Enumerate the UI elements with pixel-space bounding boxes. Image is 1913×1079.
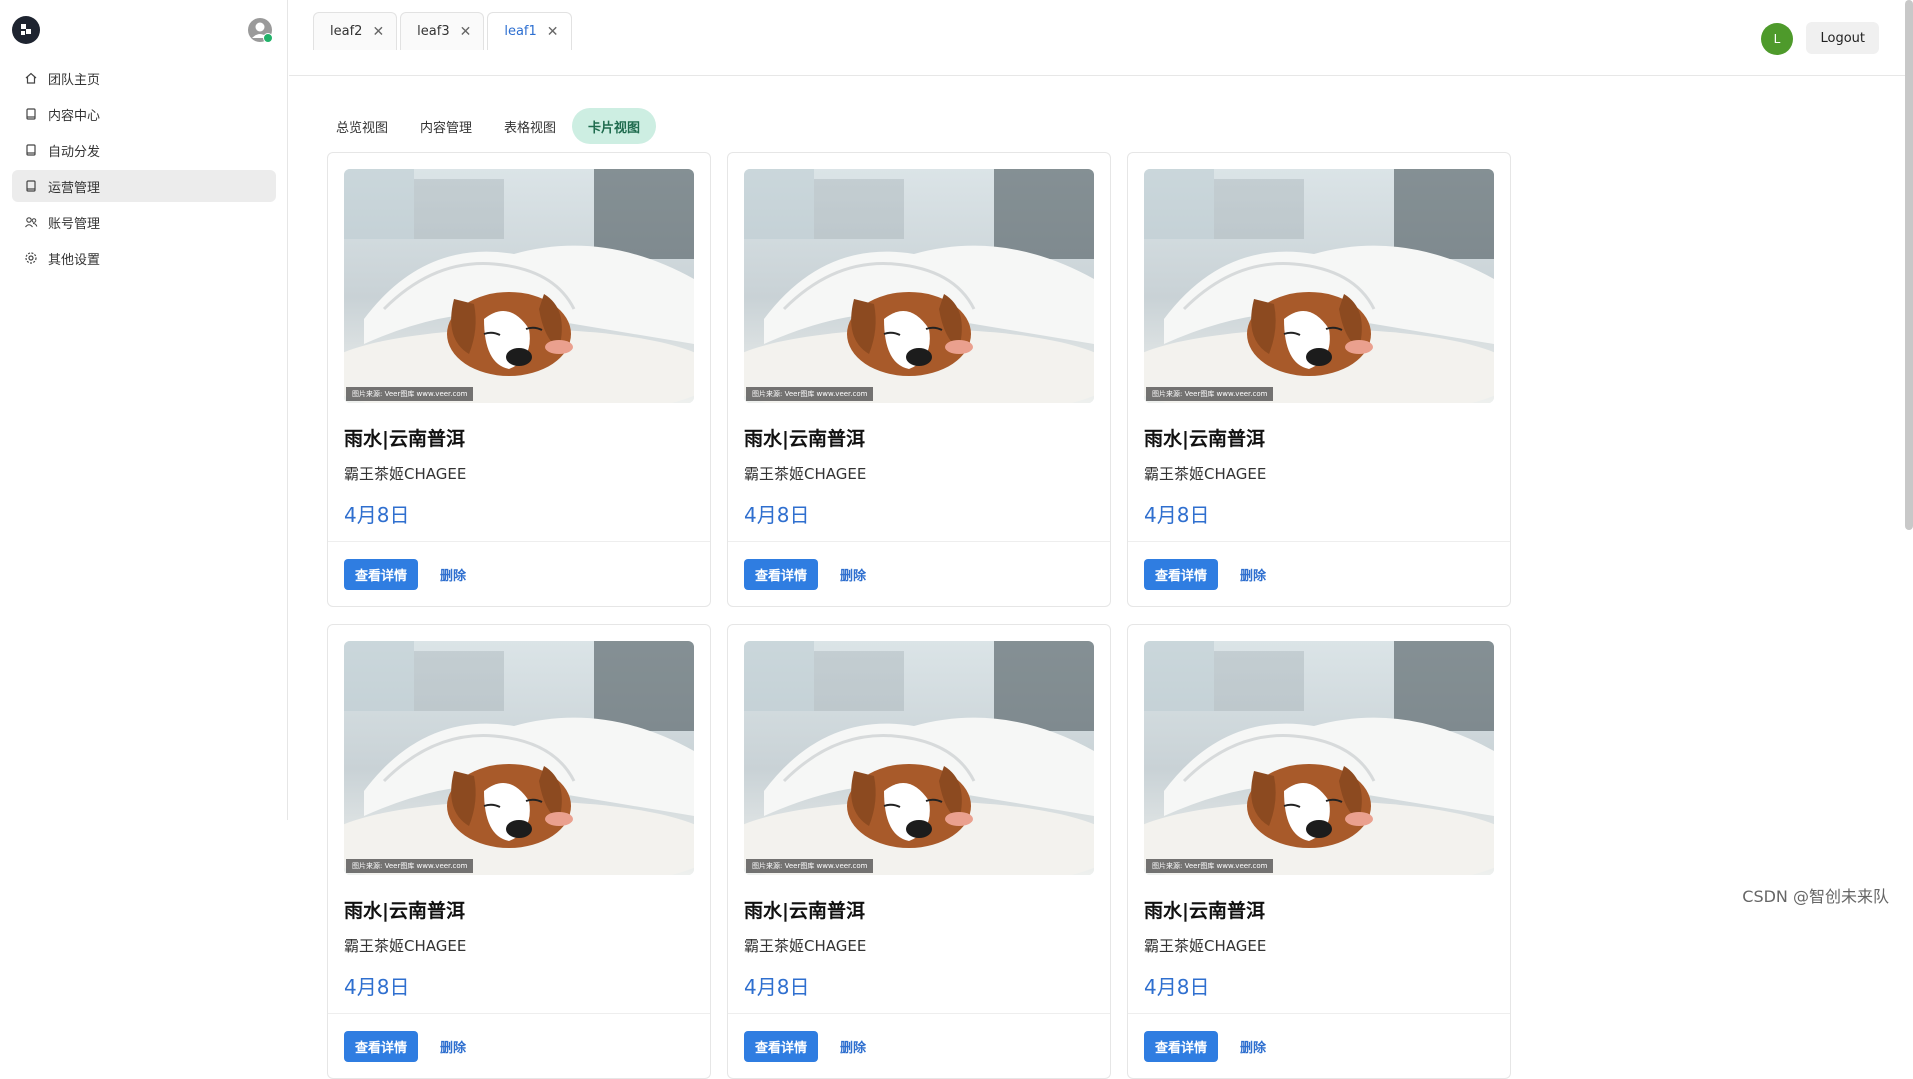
sidebar-item-label: 自动分发 <box>48 144 101 160</box>
card-title: 雨水|云南普洱 <box>1144 428 1265 450</box>
card-subtitle: 霸王茶姬CHAGEE <box>744 465 867 483</box>
card-image[interactable]: 图片来源: Veer图库 www.veer.com <box>744 169 1094 403</box>
card-date: 4月8日 <box>744 975 810 999</box>
close-icon[interactable]: ✕ <box>547 24 559 40</box>
sidebar-menu: 团队主页内容中心自动分发运营管理账号管理其他设置 <box>12 62 276 278</box>
image-credit: 图片来源: Veer图库 www.veer.com <box>746 387 874 401</box>
logo-icon <box>21 24 31 35</box>
sidebar-item-5[interactable]: 其他设置 <box>12 242 276 274</box>
sidebar-item-label: 其他设置 <box>48 252 101 268</box>
view-detail-button[interactable]: 查看详情 <box>344 559 419 590</box>
view-tab-2[interactable]: 表格视图 <box>488 108 572 144</box>
delete-button[interactable]: 删除 <box>840 1037 866 1056</box>
content-card: 图片来源: Veer图库 www.veer.com 雨水|云南普洱霸王茶姬CHAG… <box>1127 624 1511 1079</box>
view-tab-0[interactable]: 总览视图 <box>320 108 404 144</box>
sidebar-item-label: 运营管理 <box>48 180 101 196</box>
open-tab-label: leaf1 <box>504 24 537 39</box>
app-logo[interactable] <box>12 16 40 44</box>
home-icon <box>24 71 38 85</box>
profile-avatar[interactable] <box>246 16 274 44</box>
online-status-dot <box>263 33 273 43</box>
sidebar-item-0[interactable]: 团队主页 <box>12 62 276 94</box>
card-image[interactable]: 图片来源: Veer图库 www.veer.com <box>344 169 694 403</box>
view-detail-button[interactable]: 查看详情 <box>344 1031 419 1062</box>
document-icon <box>24 107 38 121</box>
view-detail-button[interactable]: 查看详情 <box>1144 559 1219 590</box>
card-subtitle: 霸王茶姬CHAGEE <box>1144 937 1267 955</box>
card-image[interactable]: 图片来源: Veer图库 www.veer.com <box>344 641 694 875</box>
card-subtitle: 霸王茶姬CHAGEE <box>1144 465 1267 483</box>
card-image[interactable]: 图片来源: Veer图库 www.veer.com <box>1144 169 1494 403</box>
card-title: 雨水|云南普洱 <box>744 900 865 922</box>
open-tab-2[interactable]: leaf1 ✕ <box>487 12 572 50</box>
document-icon <box>24 179 38 193</box>
delete-button[interactable]: 删除 <box>440 1037 466 1056</box>
users-icon <box>24 215 38 229</box>
content-card: 图片来源: Veer图库 www.veer.com 雨水|云南普洱霸王茶姬CHAG… <box>727 152 1111 607</box>
delete-button[interactable]: 删除 <box>440 565 466 584</box>
card-image[interactable]: 图片来源: Veer图库 www.veer.com <box>1144 641 1494 875</box>
view-detail-button[interactable]: 查看详情 <box>744 1031 819 1062</box>
content-card: 图片来源: Veer图库 www.veer.com 雨水|云南普洱霸王茶姬CHAG… <box>727 624 1111 1079</box>
page-scrollbar[interactable] <box>1905 0 1913 530</box>
close-icon[interactable]: ✕ <box>372 24 384 40</box>
sidebar-item-label: 团队主页 <box>48 72 101 88</box>
sidebar: 团队主页内容中心自动分发运营管理账号管理其他设置 <box>0 0 288 820</box>
view-tabs: 总览视图 内容管理 表格视图 卡片视图 <box>320 108 657 144</box>
top-bar: leaf2 ✕ leaf3 ✕ leaf1 ✕ L Logout <box>289 0 1913 76</box>
card-footer: 查看详情 删除 <box>728 1013 1110 1078</box>
content-card: 图片来源: Veer图库 www.veer.com 雨水|云南普洱霸王茶姬CHAG… <box>327 624 711 1079</box>
card-title: 雨水|云南普洱 <box>344 428 465 450</box>
open-tabs: leaf2 ✕ leaf3 ✕ leaf1 ✕ <box>313 12 575 50</box>
card-footer: 查看详情 删除 <box>1128 541 1510 606</box>
delete-button[interactable]: 删除 <box>840 565 866 584</box>
card-subtitle: 霸王茶姬CHAGEE <box>744 937 867 955</box>
content-card: 图片来源: Veer图库 www.veer.com 雨水|云南普洱霸王茶姬CHAG… <box>327 152 711 607</box>
sidebar-item-label: 内容中心 <box>48 108 101 124</box>
card-subtitle: 霸王茶姬CHAGEE <box>344 937 467 955</box>
card-title: 雨水|云南普洱 <box>344 900 465 922</box>
card-date: 4月8日 <box>344 975 410 999</box>
card-footer: 查看详情 删除 <box>1128 1013 1510 1078</box>
gear-icon <box>24 251 38 265</box>
card-subtitle: 霸王茶姬CHAGEE <box>344 465 467 483</box>
card-footer: 查看详情 删除 <box>728 541 1110 606</box>
image-credit: 图片来源: Veer图库 www.veer.com <box>1146 859 1274 873</box>
card-footer: 查看详情 删除 <box>328 1013 710 1078</box>
view-tab-3[interactable]: 卡片视图 <box>572 108 657 144</box>
card-title: 雨水|云南普洱 <box>1144 900 1265 922</box>
image-credit: 图片来源: Veer图库 www.veer.com <box>1146 387 1274 401</box>
image-credit: 图片来源: Veer图库 www.veer.com <box>746 859 874 873</box>
image-credit: 图片来源: Veer图库 www.veer.com <box>346 859 474 873</box>
sidebar-item-4[interactable]: 账号管理 <box>12 206 276 238</box>
logout-button[interactable]: Logout <box>1806 22 1879 54</box>
card-footer: 查看详情 删除 <box>328 541 710 606</box>
close-icon[interactable]: ✕ <box>460 24 472 40</box>
open-tab-label: leaf3 <box>417 24 450 39</box>
image-credit: 图片来源: Veer图库 www.veer.com <box>346 387 474 401</box>
card-date: 4月8日 <box>1144 503 1210 527</box>
watermark: CSDN @智创未来队 <box>1742 887 1889 906</box>
content-card: 图片来源: Veer图库 www.veer.com 雨水|云南普洱霸王茶姬CHAG… <box>1127 152 1511 607</box>
card-date: 4月8日 <box>344 503 410 527</box>
open-tab-1[interactable]: leaf3 ✕ <box>400 12 485 50</box>
open-tab-label: leaf2 <box>330 24 363 39</box>
card-date: 4月8日 <box>744 503 810 527</box>
card-image[interactable]: 图片来源: Veer图库 www.veer.com <box>744 641 1094 875</box>
view-tab-1[interactable]: 内容管理 <box>404 108 488 144</box>
open-tab-0[interactable]: leaf2 ✕ <box>313 12 398 50</box>
delete-button[interactable]: 删除 <box>1240 565 1266 584</box>
document-icon <box>24 143 38 157</box>
sidebar-item-label: 账号管理 <box>48 216 101 232</box>
delete-button[interactable]: 删除 <box>1240 1037 1266 1056</box>
sidebar-item-3[interactable]: 运营管理 <box>12 170 276 202</box>
card-date: 4月8日 <box>1144 975 1210 999</box>
sidebar-item-1[interactable]: 内容中心 <box>12 98 276 130</box>
card-title: 雨水|云南普洱 <box>744 428 865 450</box>
sidebar-item-2[interactable]: 自动分发 <box>12 134 276 166</box>
view-detail-button[interactable]: 查看详情 <box>1144 1031 1219 1062</box>
view-detail-button[interactable]: 查看详情 <box>744 559 819 590</box>
user-avatar[interactable]: L <box>1761 23 1793 55</box>
